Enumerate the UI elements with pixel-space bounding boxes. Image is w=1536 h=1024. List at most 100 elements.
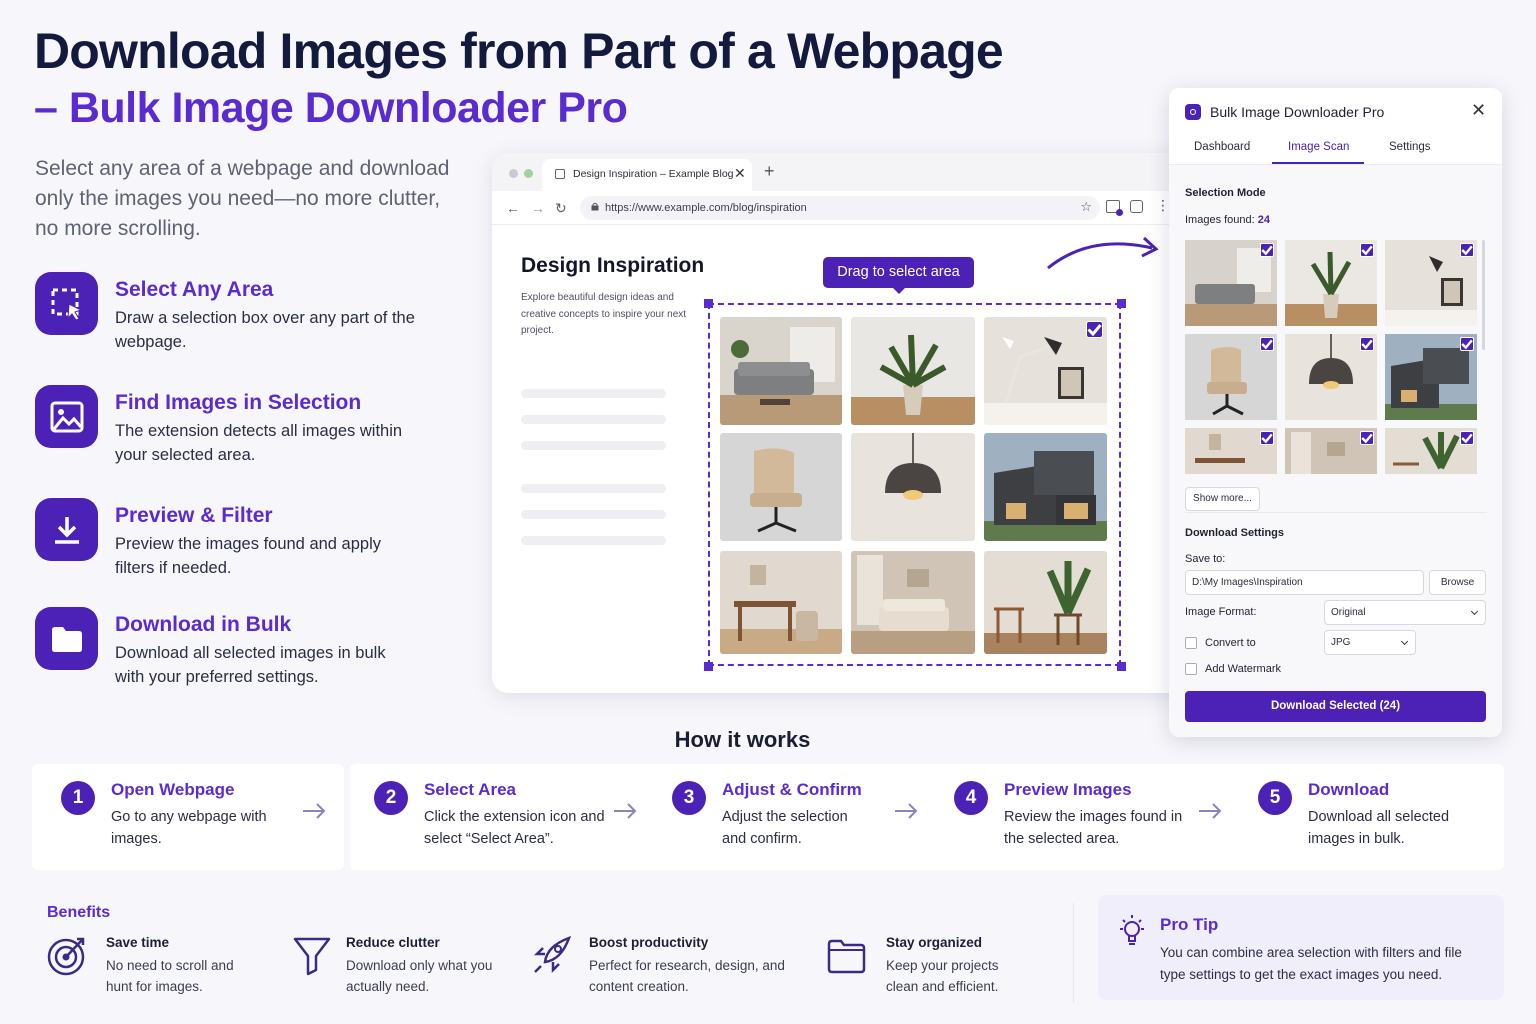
benefit-stay-organized: Stay organized Keep your projects clean … bbox=[826, 932, 1056, 1002]
preview-image[interactable] bbox=[1185, 334, 1277, 420]
image-format-select[interactable]: Original bbox=[1324, 600, 1486, 625]
drag-tooltip: Drag to select area bbox=[823, 257, 974, 294]
preview-checkbox[interactable] bbox=[1460, 431, 1474, 445]
feature-title: Find Images in Selection bbox=[115, 391, 362, 414]
benefit-title: Reduce clutter bbox=[346, 935, 440, 950]
save-to-label: Save to: bbox=[1185, 553, 1226, 565]
preview-image[interactable] bbox=[1385, 428, 1477, 474]
benefits-title: Benefits bbox=[47, 904, 111, 921]
feature-desc: Download all selected images in bulk wit… bbox=[115, 644, 386, 686]
preview-image[interactable] bbox=[1285, 240, 1377, 326]
feature-title: Select Any Area bbox=[115, 278, 274, 301]
chevron-down-icon bbox=[1400, 637, 1409, 646]
browser-tab[interactable]: Design Inspiration – Example Blog ✕ bbox=[542, 159, 752, 191]
back-icon[interactable]: ← bbox=[506, 200, 520, 216]
address-bar: ← → ↻ https://www.example.com/blog/inspi… bbox=[492, 191, 1192, 225]
page-image-house[interactable] bbox=[984, 433, 1107, 541]
close-icon[interactable]: ✕ bbox=[1471, 100, 1486, 121]
more-menu-icon[interactable]: ⋮ bbox=[1156, 197, 1170, 214]
browse-button[interactable]: Browse bbox=[1429, 570, 1486, 595]
download-selected-button[interactable]: Download Selected (24) bbox=[1185, 691, 1486, 722]
window-dot[interactable] bbox=[509, 169, 518, 178]
bookmark-star-icon[interactable]: ☆ bbox=[1080, 199, 1092, 215]
text-placeholder bbox=[521, 484, 666, 493]
image-checkbox[interactable] bbox=[1086, 321, 1103, 338]
step-number: 5 bbox=[1258, 781, 1292, 815]
step-5: 5 Download Download all selected images … bbox=[1258, 764, 1488, 870]
preview-checkbox[interactable] bbox=[1360, 431, 1374, 445]
step-4: 4 Preview Images Review the images found… bbox=[954, 764, 1194, 870]
text-placeholder bbox=[521, 441, 666, 450]
step-number: 2 bbox=[374, 781, 408, 815]
save-path-input[interactable]: D:\My Images\Inspiration bbox=[1185, 570, 1424, 595]
selection-cursor-icon bbox=[35, 272, 98, 335]
preview-checkbox[interactable] bbox=[1260, 337, 1274, 351]
preview-checkbox[interactable] bbox=[1460, 243, 1474, 257]
step-title: Select Area bbox=[424, 780, 516, 799]
page-image-chair[interactable] bbox=[720, 433, 842, 541]
preview-image[interactable] bbox=[1285, 428, 1377, 474]
watermark-checkbox[interactable] bbox=[1185, 663, 1197, 675]
step-desc: Click the extension icon and select “Sel… bbox=[424, 809, 605, 847]
selection-handle[interactable] bbox=[704, 662, 713, 671]
flow-arrow-icon bbox=[1047, 236, 1159, 270]
preview-checkbox[interactable] bbox=[1360, 243, 1374, 257]
convert-checkbox[interactable] bbox=[1185, 637, 1197, 649]
benefit-title: Boost productivity bbox=[589, 935, 709, 950]
benefit-title: Save time bbox=[106, 935, 170, 950]
preview-scrollbar[interactable] bbox=[1482, 240, 1485, 350]
page-image-lamp[interactable] bbox=[984, 317, 1107, 425]
convert-format-select[interactable]: JPG bbox=[1324, 630, 1416, 655]
image-icon bbox=[35, 385, 98, 448]
images-found-count: 24 bbox=[1257, 214, 1271, 226]
forward-icon[interactable]: → bbox=[531, 200, 545, 216]
close-tab-icon[interactable]: ✕ bbox=[734, 165, 746, 182]
preview-image[interactable] bbox=[1385, 240, 1477, 326]
extension-icon[interactable] bbox=[1106, 200, 1123, 216]
page-image-pendant[interactable] bbox=[851, 433, 975, 541]
arrow-right-icon bbox=[895, 803, 918, 819]
reload-icon[interactable]: ↻ bbox=[555, 200, 567, 217]
new-tab-icon[interactable]: + bbox=[764, 161, 775, 182]
step-desc: Review the images found in the selected … bbox=[1004, 809, 1183, 847]
extensions-puzzle-icon[interactable] bbox=[1130, 200, 1143, 213]
tab-settings[interactable]: Settings bbox=[1389, 141, 1431, 153]
page-image-living-room[interactable] bbox=[851, 551, 975, 654]
benefit-boost-productivity: Boost productivity Perfect for research,… bbox=[531, 932, 791, 1002]
page-image-desk[interactable] bbox=[720, 551, 842, 654]
url-input[interactable]: https://www.example.com/blog/inspiration… bbox=[580, 196, 1100, 220]
window-dot[interactable] bbox=[524, 169, 533, 178]
article-heading: Design Inspiration bbox=[521, 254, 705, 277]
preview-image[interactable] bbox=[1285, 334, 1377, 420]
preview-image[interactable] bbox=[1185, 240, 1277, 326]
step-desc: Go to any webpage with images. bbox=[111, 809, 267, 847]
divider bbox=[1185, 512, 1487, 513]
tab-image-scan[interactable]: Image Scan bbox=[1288, 141, 1349, 153]
convert-to-label: Convert to bbox=[1205, 637, 1256, 649]
show-more-button[interactable]: Show more... bbox=[1185, 487, 1260, 511]
feature-title: Preview & Filter bbox=[115, 504, 273, 527]
benefit-reduce-clutter: Reduce clutter Download only what you ac… bbox=[292, 932, 522, 1002]
preview-image[interactable] bbox=[1185, 428, 1277, 474]
step-1: 1 Open Webpage Go to any webpage with im… bbox=[61, 764, 301, 870]
folder-icon bbox=[35, 607, 98, 670]
active-tab-indicator bbox=[1272, 162, 1364, 164]
page-image-plant[interactable] bbox=[851, 317, 975, 425]
page-image-sofa[interactable] bbox=[720, 317, 842, 425]
preview-checkbox[interactable] bbox=[1260, 243, 1274, 257]
page-image-plant-table[interactable] bbox=[984, 551, 1107, 654]
preview-checkbox[interactable] bbox=[1360, 337, 1374, 351]
feature-find-images: Find Images in Selection The extension d… bbox=[35, 385, 465, 475]
extension-logo-icon bbox=[1185, 104, 1201, 120]
step-title: Adjust & Confirm bbox=[722, 780, 862, 799]
step-number: 4 bbox=[954, 781, 988, 815]
selection-handle[interactable] bbox=[704, 299, 713, 308]
arrow-right-icon bbox=[614, 803, 637, 819]
selection-handle[interactable] bbox=[1117, 662, 1126, 671]
selection-handle[interactable] bbox=[1117, 299, 1126, 308]
tab-dashboard[interactable]: Dashboard bbox=[1194, 141, 1250, 153]
preview-checkbox[interactable] bbox=[1460, 337, 1474, 351]
chevron-down-icon bbox=[1470, 607, 1479, 616]
preview-image[interactable] bbox=[1385, 334, 1477, 420]
preview-checkbox[interactable] bbox=[1260, 431, 1274, 445]
